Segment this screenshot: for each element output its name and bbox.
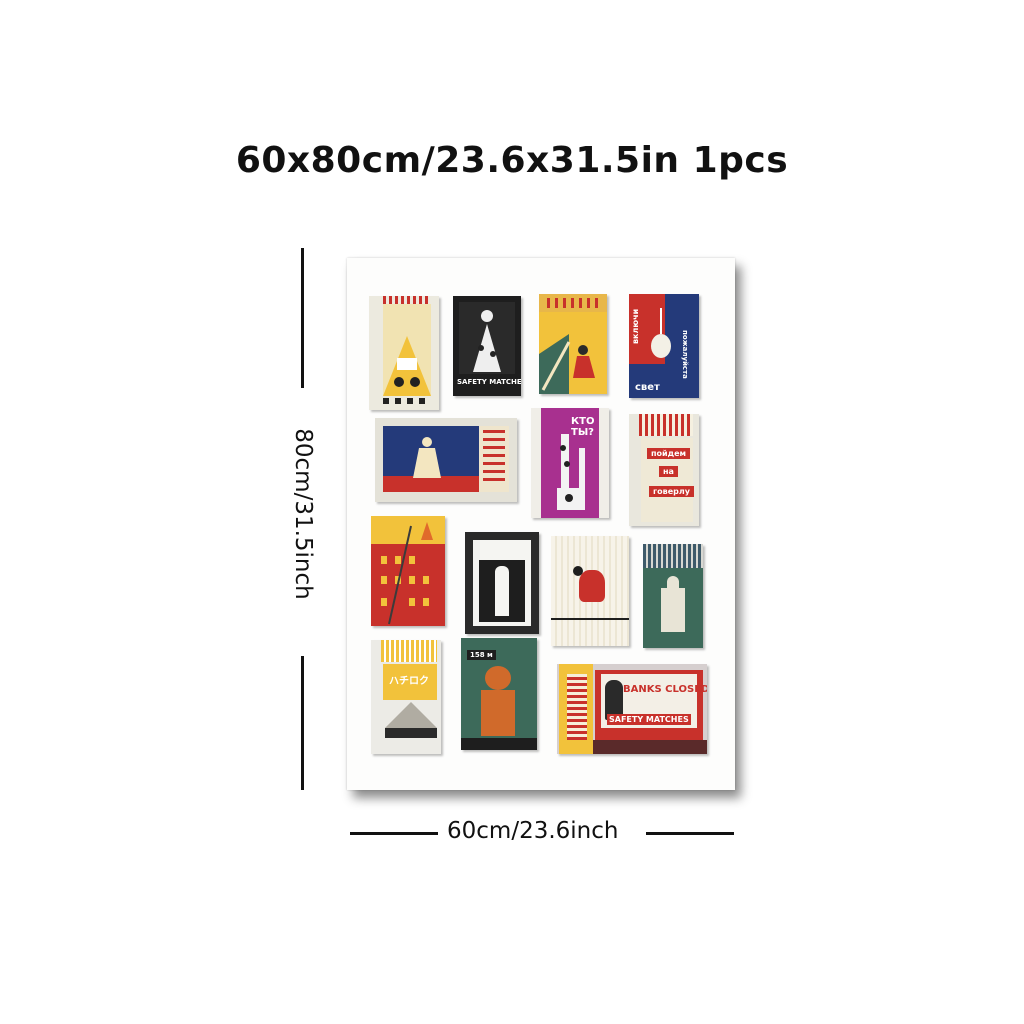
height-dimension-line-top <box>301 248 304 388</box>
matchbox-2-figure <box>459 302 515 374</box>
matchbox-4-label-vklyuchi: включи <box>631 308 640 344</box>
matchbox-10 <box>551 536 629 646</box>
matchbox-9-figure <box>495 566 509 616</box>
matchbox-2: SAFETY MATCHES <box>453 296 521 396</box>
matchbox-7: пойдем на говерлу <box>629 414 699 526</box>
diver-icon <box>485 666 511 690</box>
matchbox-6: КТО ТЫ? <box>531 408 609 518</box>
light-bulb-icon <box>651 334 671 358</box>
matchbox-14-label-banks-closed: BANKS CLOSED <box>623 684 707 695</box>
matchbox-5-artwork <box>375 418 517 502</box>
width-dimension-label: 60cm/23.6inch <box>447 818 619 844</box>
matchbox-4: включи пожалуйста свет <box>629 294 699 398</box>
matchbox-7-label-poydem: пойдем <box>647 448 691 459</box>
church-icon <box>661 588 685 632</box>
matchbox-7-label-na: на <box>659 466 678 477</box>
matchbox-11 <box>643 544 703 648</box>
matchbox-6-label: КТО ТЫ? <box>571 416 595 438</box>
matchbox-7-label-goverlu: говерлу <box>649 486 694 497</box>
matchbox-4-label-pozhaluysta: пожалуйста <box>681 330 689 379</box>
matchbox-14-label-safety-matches: SAFETY MATCHES <box>607 714 691 725</box>
cat-icon <box>579 570 605 602</box>
matchbox-12: ハチロク <box>371 640 441 754</box>
matchbox-14: BANKS CLOSED SAFETY MATCHES <box>557 664 707 754</box>
matchbox-3-artwork <box>539 294 607 394</box>
matchbox-12-label: ハチロク <box>389 676 429 687</box>
matchbox-1-artwork <box>369 296 439 410</box>
giraffe-icon <box>557 434 585 510</box>
width-dimension-line-left <box>350 832 438 835</box>
poster-canvas: SAFETY MATCHES включи пожалуйста свет КТ… <box>347 258 735 790</box>
height-dimension-line-bottom <box>301 656 304 790</box>
mountain-icon <box>385 702 437 728</box>
height-dimension-label: 80cm/31.5inch <box>290 428 316 600</box>
matchbox-8-artwork <box>371 516 445 626</box>
width-dimension-line-right <box>646 832 734 835</box>
matchbox-13-label: 158 м <box>467 650 496 660</box>
matchbox-2-label: SAFETY MATCHES <box>457 378 521 386</box>
matchbox-4-label-svet: свет <box>635 382 660 393</box>
product-size-title: 60x80cm/23.6x31.5in 1pcs <box>235 140 789 181</box>
matchbox-13: 158 м <box>461 638 537 750</box>
matchbox-9 <box>465 532 539 634</box>
